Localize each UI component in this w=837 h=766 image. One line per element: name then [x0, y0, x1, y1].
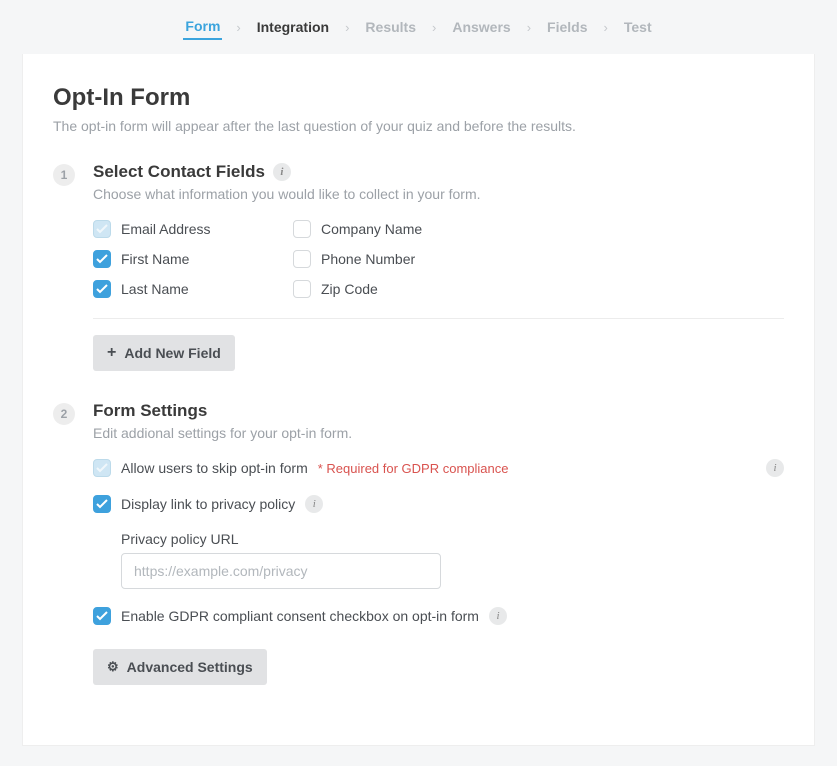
field-zip[interactable]: Zip Code	[293, 280, 493, 298]
field-company[interactable]: Company Name	[293, 220, 493, 238]
info-icon[interactable]: i	[766, 459, 784, 477]
tab-form[interactable]: Form	[183, 14, 222, 40]
chevron-right-icon: ›	[432, 20, 436, 35]
contact-fields-grid: Email Address Company Name First Name Ph…	[93, 220, 784, 298]
plus-icon: +	[107, 345, 116, 361]
tab-answers[interactable]: Answers	[450, 15, 512, 39]
field-email[interactable]: Email Address	[93, 220, 273, 238]
privacy-url-group: Privacy policy URL	[121, 531, 784, 589]
page-subtitle: The opt-in form will appear after the la…	[53, 118, 784, 134]
setting-label: Enable GDPR compliant consent checkbox o…	[121, 608, 479, 624]
wizard-tabs: Form › Integration › Results › Answers ›…	[0, 0, 837, 54]
section-body: Select Contact Fields i Choose what info…	[93, 162, 784, 371]
section-body: Form Settings Edit addional settings for…	[93, 401, 784, 685]
checkbox-icon	[93, 495, 111, 513]
field-label: First Name	[121, 251, 189, 267]
main-panel: Opt-In Form The opt-in form will appear …	[22, 54, 815, 746]
checkbox-icon	[293, 280, 311, 298]
section-title-text: Form Settings	[93, 401, 207, 421]
checkbox-icon	[93, 459, 111, 477]
button-label: Advanced Settings	[127, 659, 253, 675]
setting-label: Display link to privacy policy	[121, 496, 295, 512]
section-title: Select Contact Fields i	[93, 162, 784, 182]
info-icon[interactable]: i	[305, 495, 323, 513]
section-contact-fields: 1 Select Contact Fields i Choose what in…	[53, 162, 784, 371]
button-label: Add New Field	[124, 345, 220, 361]
section-form-settings: 2 Form Settings Edit addional settings f…	[53, 401, 784, 685]
gear-icon: ⚙	[107, 659, 119, 675]
field-label: Phone Number	[321, 251, 415, 267]
privacy-url-label: Privacy policy URL	[121, 531, 784, 547]
step-badge-1: 1	[53, 164, 75, 186]
checkbox-icon	[93, 607, 111, 625]
chevron-right-icon: ›	[236, 20, 240, 35]
gdpr-required-note: * Required for GDPR compliance	[318, 461, 509, 476]
tab-test[interactable]: Test	[622, 15, 654, 39]
privacy-url-input[interactable]	[121, 553, 441, 589]
setting-label: Allow users to skip opt-in form	[121, 460, 308, 476]
checkbox-icon	[93, 220, 111, 238]
tab-fields[interactable]: Fields	[545, 15, 589, 39]
add-new-field-button[interactable]: + Add New Field	[93, 335, 235, 371]
app-frame: Form › Integration › Results › Answers ›…	[0, 0, 837, 766]
section-title-text: Select Contact Fields	[93, 162, 265, 182]
checkbox-icon	[293, 250, 311, 268]
field-label: Zip Code	[321, 281, 378, 297]
setting-display-privacy[interactable]: Display link to privacy policy i	[93, 495, 784, 513]
tab-integration[interactable]: Integration	[255, 15, 331, 39]
field-label: Last Name	[121, 281, 189, 297]
chevron-right-icon: ›	[604, 20, 608, 35]
field-lastname[interactable]: Last Name	[93, 280, 273, 298]
info-icon[interactable]: i	[489, 607, 507, 625]
chevron-right-icon: ›	[345, 20, 349, 35]
field-firstname[interactable]: First Name	[93, 250, 273, 268]
page-title: Opt-In Form	[53, 84, 784, 112]
info-icon[interactable]: i	[273, 163, 291, 181]
checkbox-icon	[293, 220, 311, 238]
checkbox-icon	[93, 250, 111, 268]
section-desc: Choose what information you would like t…	[93, 186, 784, 202]
field-phone[interactable]: Phone Number	[293, 250, 493, 268]
setting-allow-skip[interactable]: Allow users to skip opt-in form * Requir…	[93, 459, 784, 477]
field-label: Email Address	[121, 221, 210, 237]
advanced-settings-button[interactable]: ⚙ Advanced Settings	[93, 649, 267, 685]
settings-list: Allow users to skip opt-in form * Requir…	[93, 459, 784, 625]
tab-results[interactable]: Results	[363, 15, 418, 39]
divider	[93, 318, 784, 319]
field-label: Company Name	[321, 221, 422, 237]
step-badge-2: 2	[53, 403, 75, 425]
section-desc: Edit addional settings for your opt-in f…	[93, 425, 784, 441]
checkbox-icon	[93, 280, 111, 298]
chevron-right-icon: ›	[527, 20, 531, 35]
setting-enable-gdpr[interactable]: Enable GDPR compliant consent checkbox o…	[93, 607, 784, 625]
section-title: Form Settings	[93, 401, 784, 421]
